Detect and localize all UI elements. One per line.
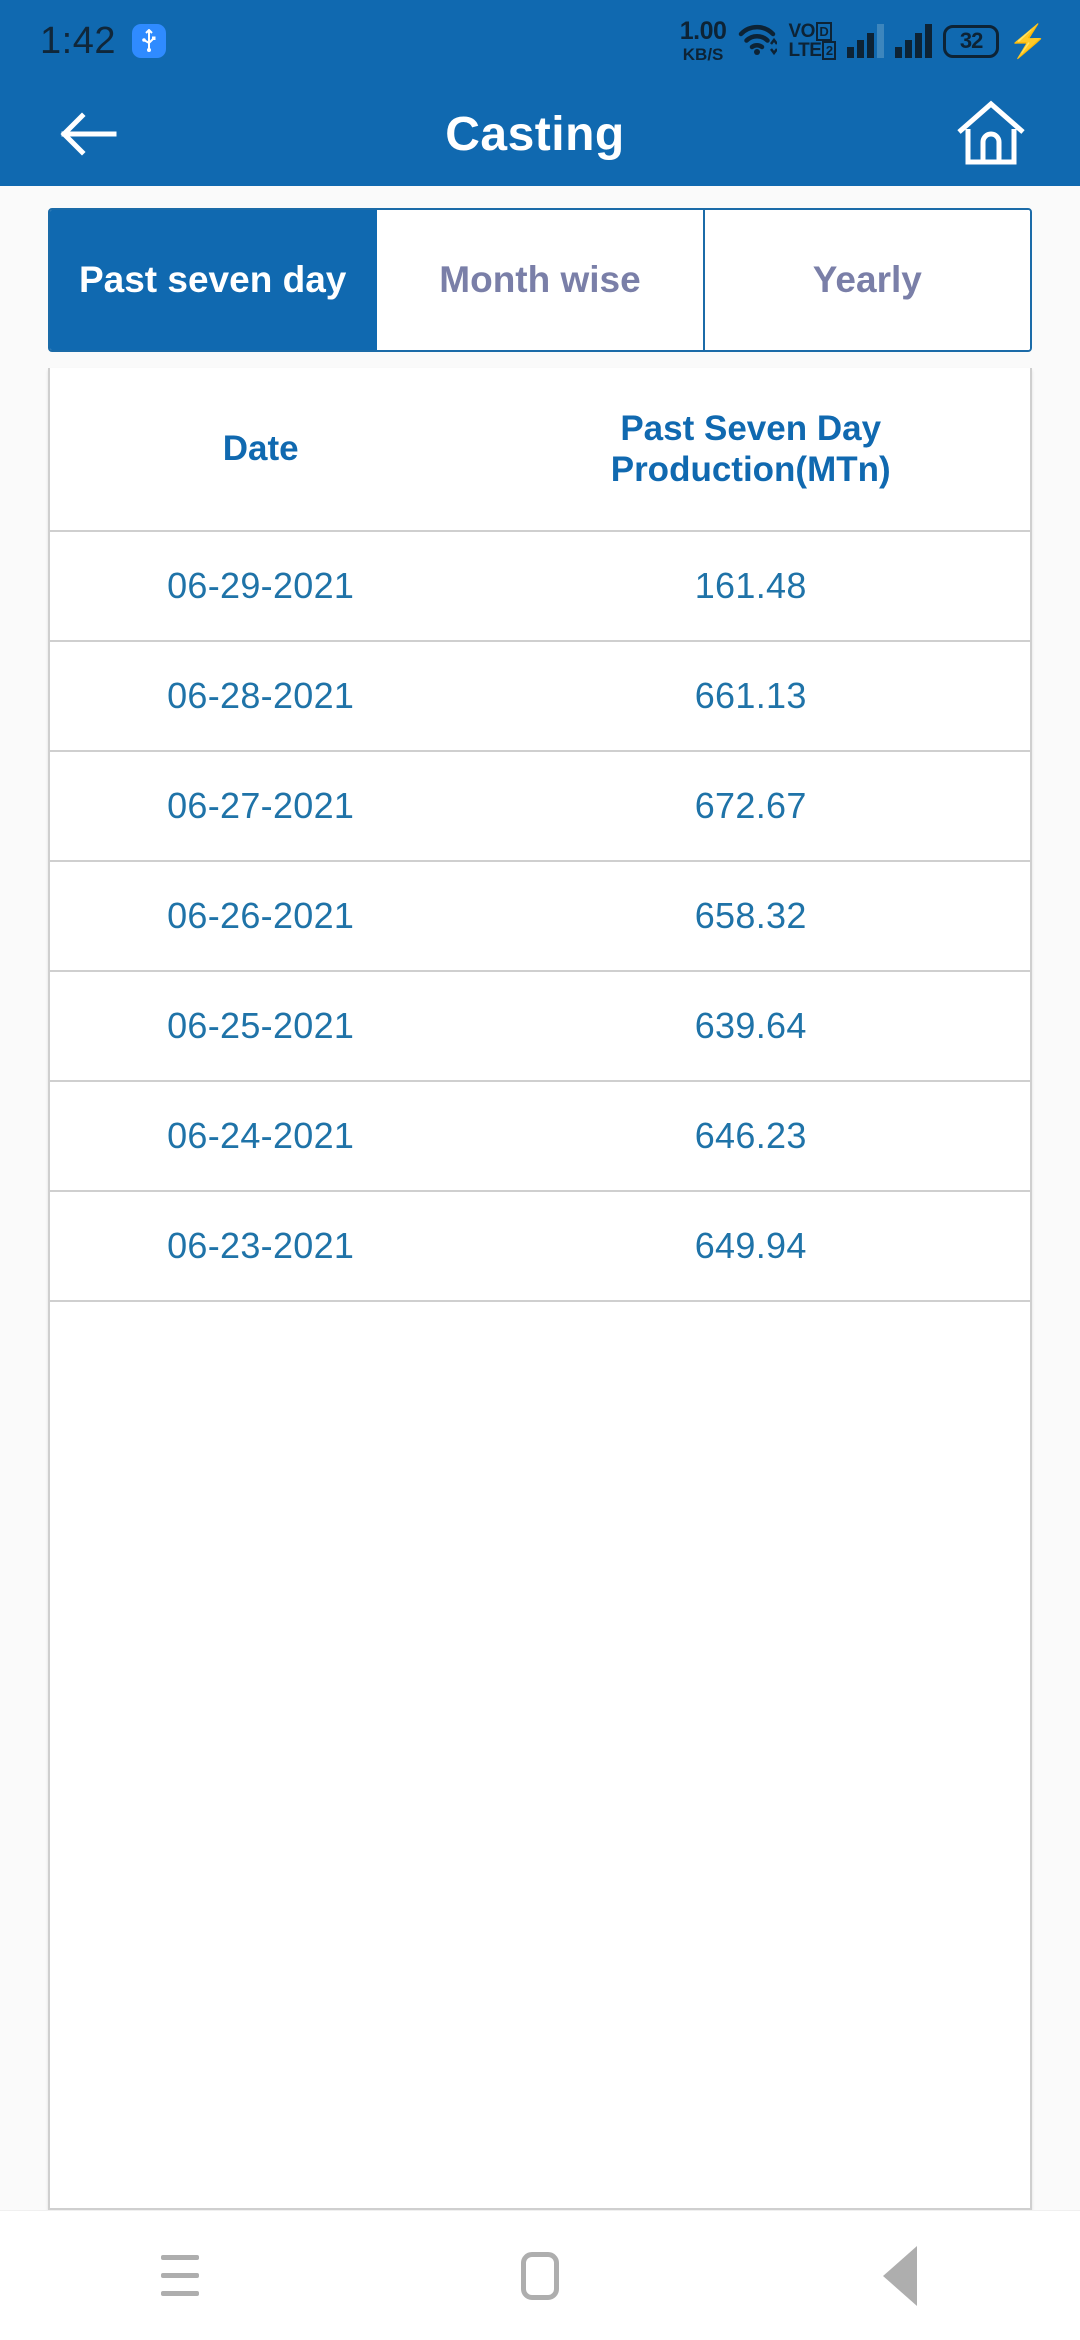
cell-date: 06-23-2021 (167, 1225, 355, 1266)
signal-bars-icon-sim1 (847, 24, 885, 58)
table-row[interactable]: 06-26-2021 658.32 (50, 862, 1030, 972)
cell-date: 06-27-2021 (167, 785, 355, 826)
table-row[interactable]: 06-29-2021 161.48 (50, 532, 1030, 642)
volte-line1: VO (788, 21, 815, 42)
status-bar: 1:42 1.00 KB/S VO D LTE 2 32 ⚡ (0, 0, 1080, 82)
cell-production: 161.48 (694, 565, 807, 606)
battery-icon: 32 (943, 24, 1000, 58)
table-row[interactable]: 06-25-2021 639.64 (50, 972, 1030, 1082)
cell-date: 06-26-2021 (167, 895, 355, 936)
back-triangle-icon[interactable] (825, 2221, 975, 2331)
volte-line2: LTE (788, 40, 822, 61)
network-speed-unit: KB/S (682, 45, 724, 64)
table-header-row: Date Past Seven Day Production(MTn) (50, 368, 1030, 532)
wifi-icon (737, 22, 779, 61)
volte-badge-1: D (815, 22, 832, 41)
tab-past-seven-day[interactable]: Past seven day (50, 210, 378, 350)
status-clock: 1:42 (40, 19, 116, 62)
table-row[interactable]: 06-28-2021 661.13 (50, 642, 1030, 752)
battery-level: 32 (959, 28, 984, 53)
status-bar-right: 1.00 KB/S VO D LTE 2 32 ⚡ (679, 17, 1048, 64)
home-icon[interactable] (948, 91, 1034, 177)
network-speed-value: 1.00 (679, 17, 727, 45)
cell-production: 661.13 (694, 675, 807, 716)
cell-production: 639.64 (694, 1005, 807, 1046)
tab-month-wise[interactable]: Month wise (377, 210, 705, 350)
volte-badge-2: 2 (822, 41, 837, 60)
page-content: Past seven day Month wise Yearly Date Pa… (0, 186, 1080, 2210)
tab-bar: Past seven day Month wise Yearly (48, 208, 1032, 352)
home-square-icon[interactable] (465, 2221, 615, 2331)
signal-bars-icon-sim2 (895, 24, 933, 58)
menu-recents-icon[interactable] (105, 2221, 255, 2331)
app-bar: Casting (0, 82, 1080, 186)
table-row[interactable]: 06-23-2021 649.94 (50, 1192, 1030, 1302)
system-nav-bar (0, 2210, 1080, 2340)
table-row[interactable]: 06-27-2021 672.67 (50, 752, 1030, 862)
network-speed-indicator: 1.00 KB/S (679, 17, 727, 64)
page-title: Casting (445, 107, 625, 161)
table-empty-area (50, 1302, 1030, 2208)
production-table: Date Past Seven Day Production(MTn) 06-2… (48, 368, 1032, 2210)
usb-icon (131, 24, 166, 58)
cell-date: 06-29-2021 (167, 565, 355, 606)
back-arrow-icon[interactable] (46, 91, 132, 177)
status-bar-left: 1:42 (40, 20, 166, 63)
cell-date: 06-24-2021 (167, 1115, 355, 1156)
tab-yearly[interactable]: Yearly (704, 210, 1030, 350)
cell-date: 06-25-2021 (167, 1005, 355, 1046)
cell-production: 646.23 (694, 1115, 807, 1156)
column-header-production: Past Seven Day Production(MTn) (610, 408, 891, 489)
cell-production: 672.67 (694, 785, 807, 826)
volte-icon: VO D LTE 2 (788, 21, 837, 61)
charging-bolt-icon: ⚡ (1008, 23, 1048, 59)
cell-production: 658.32 (694, 895, 807, 936)
column-header-date: Date (222, 429, 299, 469)
table-row[interactable]: 06-24-2021 646.23 (50, 1082, 1030, 1192)
cell-production: 649.94 (694, 1225, 807, 1266)
phone-screen: 1:42 1.00 KB/S VO D LTE 2 32 ⚡ Casting P… (0, 0, 1080, 2340)
cell-date: 06-28-2021 (167, 675, 355, 716)
